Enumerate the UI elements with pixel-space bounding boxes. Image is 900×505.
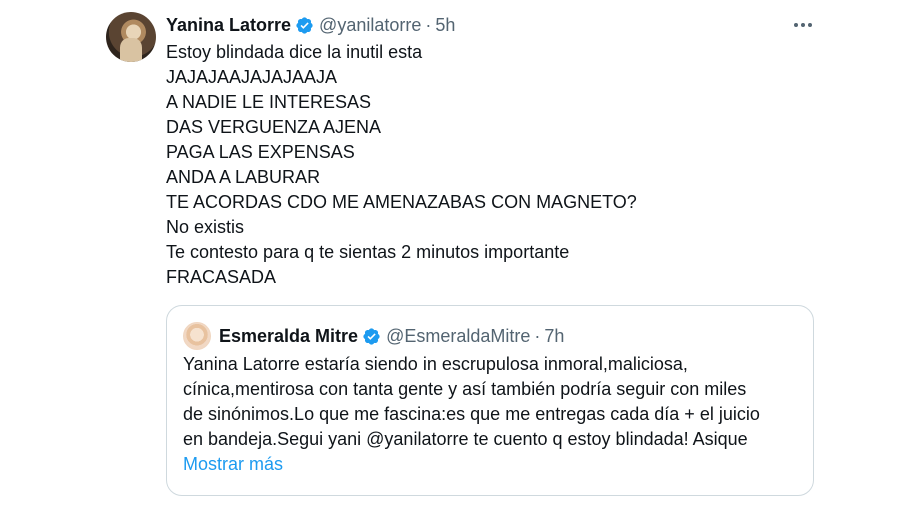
tweet-text-line: FRACASADA xyxy=(166,267,277,287)
tweet-time[interactable]: 5h xyxy=(435,15,455,36)
more-horizontal-icon[interactable] xyxy=(790,12,816,38)
quoted-tweet-text: Yanina Latorre estaría siendo in escrupu… xyxy=(183,352,807,477)
tweet-text-line: JAJAJAAJAJAJAAJA xyxy=(166,67,338,87)
tweet-text-line: PAGA LAS EXPENSAS xyxy=(166,142,355,162)
quoted-text-line: en bandeja.Segui yani @yanilatorre te cu… xyxy=(183,429,748,449)
quoted-text-line: Yanina Latorre estaría siendo in escrupu… xyxy=(183,354,688,374)
tweet-text-line: Te contesto para q te sientas 2 minutos … xyxy=(166,242,570,262)
separator-dot: · xyxy=(425,14,432,35)
verified-badge-icon xyxy=(363,327,380,345)
show-more-link[interactable]: Mostrar más xyxy=(183,454,283,474)
author-handle[interactable]: @yanilatorre xyxy=(319,15,421,36)
quoted-tweet-header: Esmeralda Mitre @EsmeraldaMitre · 7h xyxy=(219,325,564,347)
quoted-text-line: de sinónimos.Lo que me fascina:es que me… xyxy=(183,404,760,424)
tweet-text-line: No existis xyxy=(166,217,245,237)
quoted-tweet[interactable]: Esmeralda Mitre @EsmeraldaMitre · 7h Yan… xyxy=(166,305,814,496)
tweet-text-line: DAS VERGUENZA AJENA xyxy=(166,117,382,137)
tweet-text-line: TE ACORDAS CDO ME AMENAZABAS CON MAGNETO… xyxy=(166,192,637,212)
author-name[interactable]: Yanina Latorre xyxy=(166,15,291,36)
quoted-author-name: Esmeralda Mitre xyxy=(219,325,359,346)
author-avatar[interactable] xyxy=(106,12,156,62)
tweet-text: Estoy blindada dice la inutil esta JAJAJ… xyxy=(166,40,806,290)
tweet-text-line: ANDA A LABURAR xyxy=(166,167,321,187)
quoted-text-line: cínica,mentirosa con tanta gente y así t… xyxy=(183,379,747,399)
tweet-header: Yanina Latorre @yanilatorre · 5h xyxy=(166,14,455,36)
quoted-author-handle: @EsmeraldaMitre xyxy=(386,325,531,346)
quoted-text-line: Mostrar más xyxy=(183,452,807,477)
quoted-author-avatar xyxy=(183,322,211,350)
tweet: Yanina Latorre @yanilatorre · 5h Estoy b… xyxy=(0,0,900,505)
quoted-tweet-time: 7h xyxy=(544,325,565,346)
verified-badge-icon xyxy=(296,16,313,34)
tweet-text-line: A NADIE LE INTERESAS xyxy=(166,92,372,112)
separator-dot: · xyxy=(534,325,541,346)
tweet-text-line: Estoy blindada dice la inutil esta xyxy=(166,42,423,62)
